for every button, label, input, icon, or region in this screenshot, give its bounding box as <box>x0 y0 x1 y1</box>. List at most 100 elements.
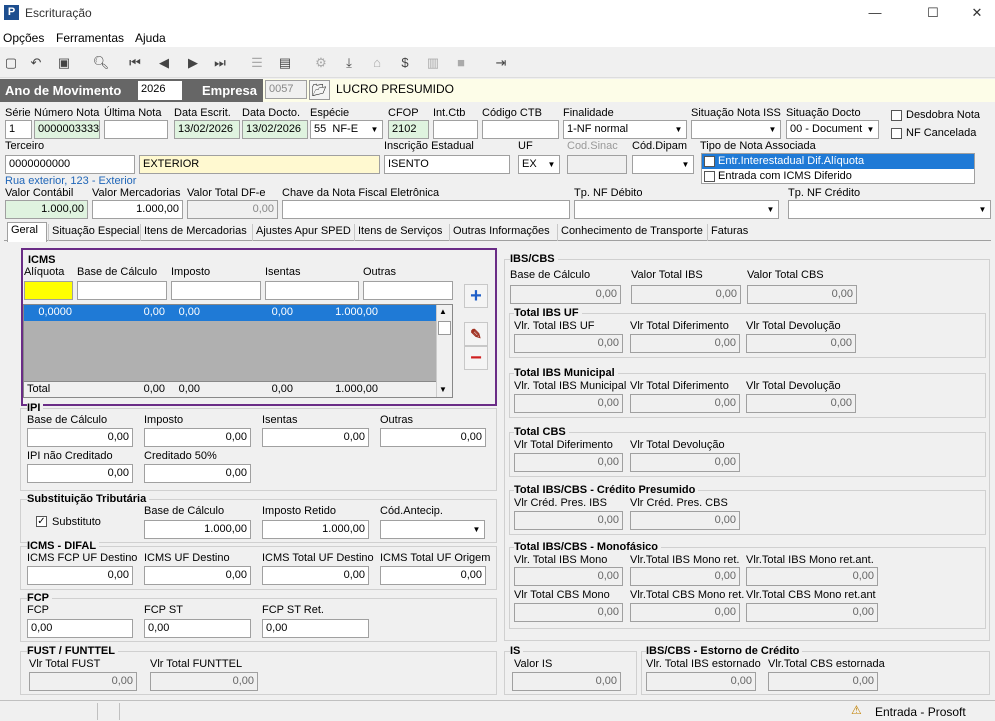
st-antecip-select[interactable]: ▼ <box>380 520 485 539</box>
especie-select[interactable]: 55 NF-E ▼ <box>310 120 383 139</box>
tipo-assoc-option-1[interactable]: Entr.Interestadual Dif.Alíquota <box>702 154 974 169</box>
tab-itens-servicos[interactable]: Itens de Serviços <box>354 224 445 241</box>
ano-input[interactable]: 2026 <box>138 81 182 100</box>
ibscbs-cbs-input[interactable]: 0,00 <box>747 285 857 304</box>
ie-input[interactable]: ISENTO <box>384 155 510 174</box>
doc-icon[interactable]: ▥ <box>424 54 442 72</box>
tab-geral[interactable]: Geral <box>7 222 47 242</box>
cfop-input[interactable]: 2102 <box>388 120 429 139</box>
edit-icon[interactable]: ✎ <box>464 322 488 346</box>
ipi-naocred-input[interactable]: 0,00 <box>27 464 133 483</box>
uf-select[interactable]: EX ▼ <box>518 155 560 174</box>
home-icon[interactable]: ⌂ <box>368 54 386 72</box>
ipi-outras-input[interactable]: 0,00 <box>380 428 486 447</box>
last-record-icon[interactable]: ⏭ <box>211 54 229 72</box>
chave-input[interactable] <box>282 200 570 219</box>
difal-ufdest-input[interactable]: 0,00 <box>144 566 251 585</box>
icms-outras-input[interactable] <box>363 281 453 300</box>
serie-input[interactable]: 1 <box>5 120 32 139</box>
terceiro-code-input[interactable]: 0000000000 <box>5 155 135 174</box>
difal-fcp-input[interactable]: 0,00 <box>27 566 133 585</box>
is-input[interactable]: 0,00 <box>512 672 621 691</box>
grid-scrollbar[interactable]: ▲ ▼ <box>436 305 452 397</box>
minimize-button[interactable]: — <box>860 4 890 22</box>
intctb-input[interactable] <box>433 120 478 139</box>
menu-ferramentas[interactable]: Ferramentas <box>56 31 124 45</box>
difal-totdest-input[interactable]: 0,00 <box>262 566 369 585</box>
tipo-assoc-option-2[interactable]: Entrada com ICMS Diferido <box>702 169 974 184</box>
mono-e-input[interactable]: 0,00 <box>630 603 740 622</box>
menu-ajuda[interactable]: Ajuda <box>135 31 166 45</box>
chevron-down-icon[interactable]: ▼ <box>469 521 484 538</box>
presumido-b-input[interactable]: 0,00 <box>630 511 740 530</box>
next-record-icon[interactable]: ▶ <box>184 54 202 72</box>
close-button[interactable]: ✕ <box>962 4 992 22</box>
fcp-input[interactable]: 0,00 <box>27 619 133 638</box>
estorno-a-input[interactable]: 0,00 <box>646 672 756 691</box>
fcp-ret-input[interactable]: 0,00 <box>262 619 369 638</box>
add-icon[interactable]: + <box>464 284 488 308</box>
remove-icon[interactable]: − <box>464 346 488 370</box>
tab-situacao-especial[interactable]: Situação Especial <box>48 224 142 241</box>
tipo-assoc-checkbox-1[interactable] <box>704 156 715 167</box>
chevron-down-icon[interactable]: ▼ <box>765 121 780 138</box>
sitdocto-select[interactable]: 00 - Document ▼ <box>786 120 879 139</box>
empresa-code-input[interactable]: 0057 <box>265 80 307 99</box>
st-retido-input[interactable]: 1.000,00 <box>262 520 369 539</box>
download-icon[interactable]: ⤓ <box>340 54 358 72</box>
calc-icon[interactable]: ▤ <box>276 54 294 72</box>
first-record-icon[interactable]: ⏮ <box>126 54 144 72</box>
numero-input[interactable]: 0000003333 <box>34 120 100 139</box>
ipi-bc-input[interactable]: 0,00 <box>27 428 133 447</box>
ipi-isentas-input[interactable]: 0,00 <box>262 428 369 447</box>
ultima-input[interactable] <box>104 120 168 139</box>
chevron-down-icon[interactable]: ▼ <box>367 121 382 138</box>
presumido-a-input[interactable]: 0,00 <box>514 511 623 530</box>
icms-bc-input[interactable] <box>77 281 167 300</box>
chevron-down-icon[interactable]: ▼ <box>863 121 878 138</box>
cbs-a-input[interactable]: 0,00 <box>514 453 623 472</box>
prev-record-icon[interactable]: ◀ <box>155 54 173 72</box>
undo-icon[interactable]: ↶ <box>27 54 45 72</box>
tab-outras-info[interactable]: Outras Informações <box>449 224 553 241</box>
substituto-checkbox[interactable]: ✓ <box>36 516 47 527</box>
tab-conhecimento[interactable]: Conhecimento de Transporte <box>557 224 706 241</box>
preview-icon[interactable]: 🔍︎ <box>92 54 110 72</box>
scroll-thumb[interactable] <box>438 321 451 335</box>
codsinac-input[interactable] <box>567 155 627 174</box>
mono-f-input[interactable]: 0,00 <box>746 603 878 622</box>
list-icon[interactable]: ☰ <box>248 54 266 72</box>
ipi-imposto-input[interactable]: 0,00 <box>144 428 251 447</box>
difal-totorig-input[interactable]: 0,00 <box>380 566 486 585</box>
desdobra-checkbox[interactable] <box>891 110 902 121</box>
tab-faturas[interactable]: Faturas <box>707 224 751 241</box>
folder-icon[interactable]: 📂︎ <box>309 80 330 100</box>
ibsmun-a-input[interactable]: 0,00 <box>514 394 623 413</box>
chevron-down-icon[interactable]: ▼ <box>975 201 990 218</box>
mono-d-input[interactable]: 0,00 <box>514 603 623 622</box>
data-docto-input[interactable]: 13/02/2026 <box>242 120 308 139</box>
exit-icon[interactable]: ⇥ <box>492 54 510 72</box>
sitiss-select[interactable]: ▼ <box>691 120 781 139</box>
table-row[interactable]: 0,0000 0,00 0,00 0,00 1.000,00 <box>24 305 437 321</box>
ibsuf-b-input[interactable]: 0,00 <box>630 334 740 353</box>
fcp-st-input[interactable]: 0,00 <box>144 619 251 638</box>
ibsuf-c-input[interactable]: 0,00 <box>746 334 856 353</box>
menu-opcoes[interactable]: Opções <box>3 31 44 45</box>
ibsmun-b-input[interactable]: 0,00 <box>630 394 740 413</box>
save-icon[interactable]: ▣ <box>55 54 73 72</box>
chevron-down-icon[interactable]: ▼ <box>544 156 559 173</box>
chevron-down-icon[interactable]: ▼ <box>671 121 686 138</box>
estorno-b-input[interactable]: 0,00 <box>768 672 878 691</box>
endereco-link[interactable]: Rua exterior, 123 - Exterior <box>5 175 136 187</box>
nfcanc-checkbox[interactable] <box>891 128 902 139</box>
cbs-b-input[interactable]: 0,00 <box>630 453 740 472</box>
gear-icon[interactable]: ⚙ <box>312 54 330 72</box>
tpcred-select[interactable]: ▼ <box>788 200 991 219</box>
ibscbs-bc-input[interactable]: 0,00 <box>510 285 621 304</box>
maximize-button[interactable]: ☐ <box>918 4 948 22</box>
st-bc-input[interactable]: 1.000,00 <box>144 520 251 539</box>
vmerc-input[interactable]: 1.000,00 <box>92 200 183 219</box>
scroll-up-icon[interactable]: ▲ <box>439 307 447 316</box>
new-icon[interactable]: ▢ <box>2 54 20 72</box>
